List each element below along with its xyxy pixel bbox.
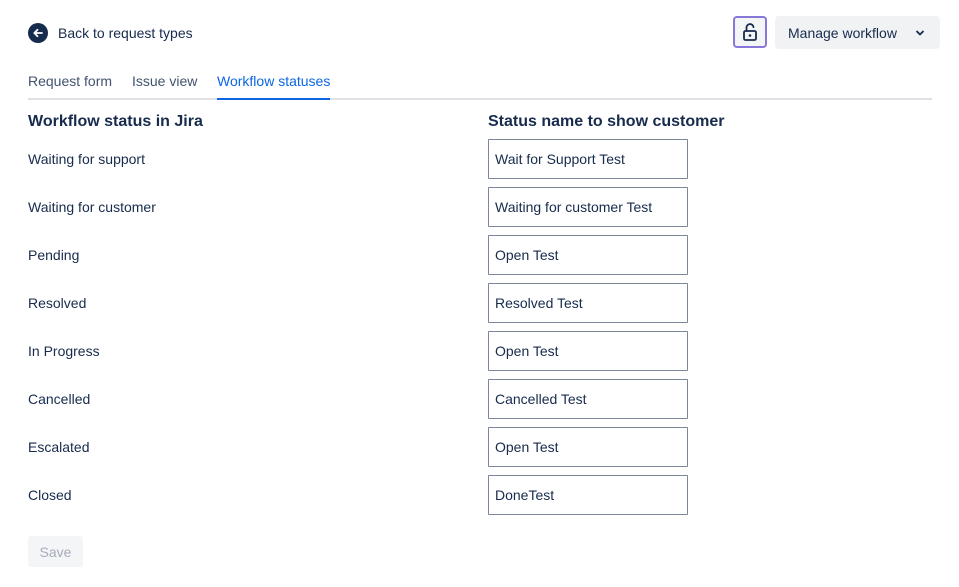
- jira-status-label: Resolved: [28, 295, 87, 311]
- save-button[interactable]: Save: [28, 536, 83, 567]
- chevron-down-icon: [916, 30, 924, 36]
- back-link-label: Back to request types: [58, 25, 193, 41]
- jira-status-label: Escalated: [28, 439, 90, 455]
- jira-status-label: Closed: [28, 487, 72, 503]
- tab-bar: Request form Issue view Workflow statuse…: [28, 73, 932, 100]
- jira-status-label: In Progress: [28, 343, 100, 359]
- customer-status-input[interactable]: [488, 283, 688, 323]
- back-to-request-types-link[interactable]: Back to request types: [28, 23, 193, 43]
- manage-workflow-button[interactable]: Manage workflow: [775, 16, 940, 49]
- jira-status-column-header: Workflow status in Jira: [28, 113, 203, 130]
- customer-status-input[interactable]: [488, 187, 688, 227]
- customer-status-input[interactable]: [488, 475, 688, 515]
- tab-workflow-statuses[interactable]: Workflow statuses: [217, 73, 331, 100]
- customer-status-input[interactable]: [488, 235, 688, 275]
- customer-status-input[interactable]: [488, 331, 688, 371]
- customer-status-column-header: Status name to show customer: [488, 113, 725, 130]
- jira-status-label: Cancelled: [28, 391, 91, 407]
- jira-status-label: Waiting for customer: [28, 199, 156, 215]
- lock-button[interactable]: [733, 16, 767, 48]
- jira-status-label: Pending: [28, 247, 80, 263]
- customer-status-input[interactable]: [488, 427, 688, 467]
- tab-request-form[interactable]: Request form: [28, 73, 112, 98]
- arrow-left-circle-icon: [28, 23, 48, 43]
- customer-status-input[interactable]: [488, 139, 688, 179]
- jira-status-label: Waiting for support: [28, 151, 145, 167]
- customer-status-input[interactable]: [488, 379, 688, 419]
- unlock-icon: [743, 23, 757, 41]
- manage-workflow-label: Manage workflow: [788, 24, 897, 41]
- tab-issue-view[interactable]: Issue view: [132, 73, 197, 98]
